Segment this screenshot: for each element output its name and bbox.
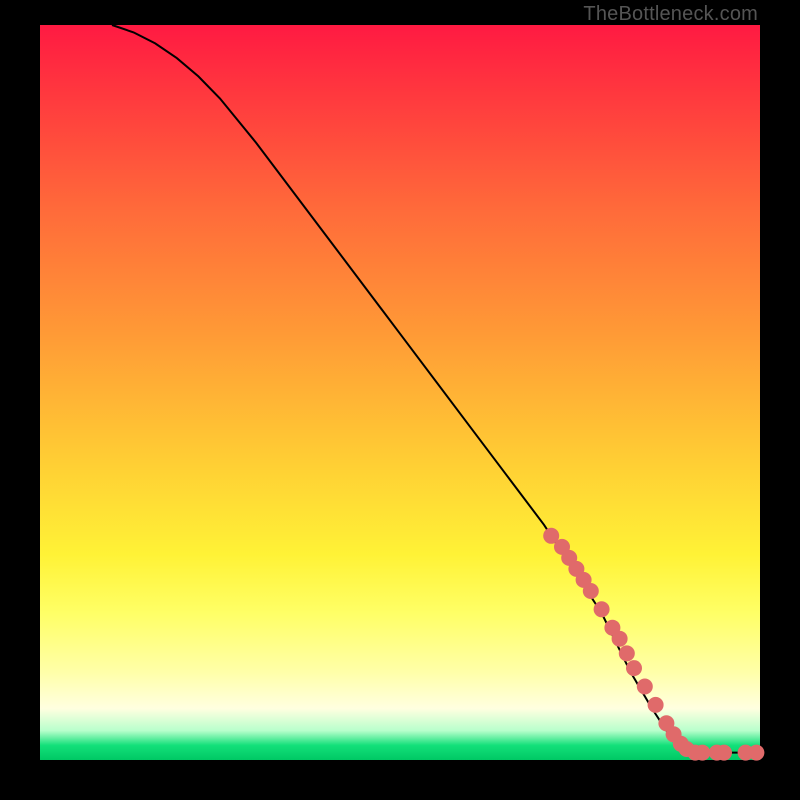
data-point	[612, 631, 628, 647]
chart-svg	[40, 25, 760, 760]
data-point	[626, 660, 642, 676]
data-point	[594, 601, 610, 617]
marker-layer	[543, 528, 764, 761]
data-point	[716, 745, 732, 761]
data-point	[619, 645, 635, 661]
data-point	[694, 745, 710, 761]
data-point	[648, 697, 664, 713]
chart-frame: TheBottleneck.com	[0, 0, 800, 800]
watermark-text: TheBottleneck.com	[583, 3, 758, 26]
data-point	[748, 745, 764, 761]
curve-path	[112, 25, 760, 753]
curve-layer	[112, 25, 760, 753]
data-point	[583, 583, 599, 599]
plot-area	[40, 25, 760, 760]
data-point	[637, 679, 653, 695]
